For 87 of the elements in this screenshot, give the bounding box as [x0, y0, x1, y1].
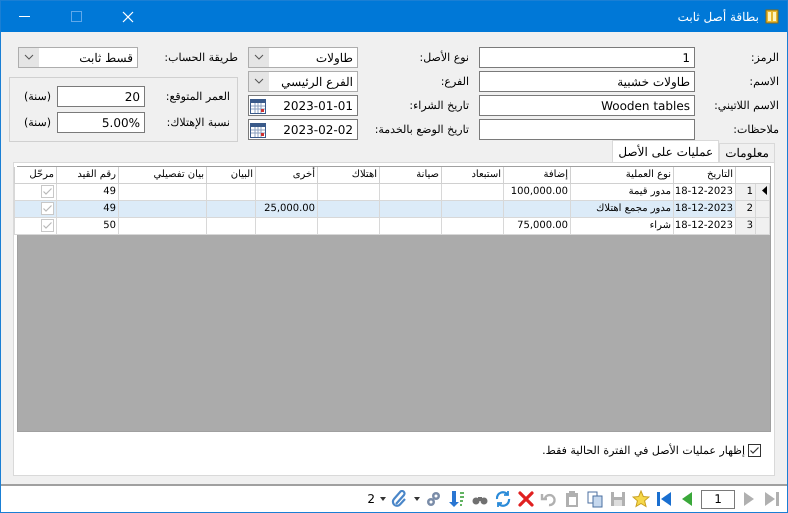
table-cell: 49 [56, 183, 118, 200]
table-cell: 18-12-2023 [674, 217, 736, 234]
caret-icon[interactable] [380, 497, 386, 501]
row-number: 1 [736, 183, 756, 200]
copy-icon[interactable] [586, 490, 604, 508]
column-header[interactable]: التاريخ [674, 167, 736, 183]
input-field[interactable] [479, 119, 695, 140]
table-cell [318, 183, 380, 200]
window-title: بطاقة أصل ثابت [678, 10, 759, 24]
table-cell [442, 183, 504, 200]
date-field[interactable]: 2023-01-01 [248, 95, 358, 116]
sort-down-icon[interactable] [448, 490, 466, 508]
delete-icon[interactable] [517, 490, 535, 508]
dropdown[interactable]: طاولات [248, 47, 358, 68]
column-header[interactable]: صيانة [380, 167, 442, 183]
row-number: 3 [736, 217, 756, 234]
table-cell [442, 200, 504, 217]
dropdown[interactable]: الفرع الرئيسي [248, 71, 358, 92]
date-field[interactable]: 2023-02-02 [248, 119, 358, 140]
table-cell: 49 [56, 200, 118, 217]
column-header[interactable]: اهتلاك [318, 167, 380, 183]
table-cell [206, 183, 256, 200]
field-label: العمر المتوقع: [164, 90, 230, 103]
table-cell [380, 183, 442, 200]
column-header[interactable]: إضافة [504, 167, 570, 183]
tab[interactable]: معلومات [719, 143, 775, 162]
table-cell: 25,000.00 [256, 200, 318, 217]
checkbox-label: إظهار عمليات الأصل في الفترة الحالية فقط. [542, 444, 745, 457]
table-cell [256, 183, 318, 200]
table-cell: 50 [56, 217, 118, 234]
calendar-icon[interactable] [250, 122, 266, 138]
field-label: ملاحظات: [732, 123, 779, 136]
table-cell [318, 200, 380, 217]
column-header[interactable]: بيان تفصيلي [118, 167, 206, 183]
table-cell: شراء [570, 217, 674, 234]
table-cell [380, 200, 442, 217]
calendar-icon[interactable] [250, 98, 266, 114]
row-number: 2 [736, 200, 756, 217]
table-cell: 100,000.00 [504, 183, 570, 200]
field-label: الاسم: [748, 75, 779, 88]
table-cell [442, 217, 504, 234]
table-cell [504, 200, 570, 217]
field-label: نوع الأصل: [418, 51, 469, 64]
unit-label: (سنة) [24, 116, 51, 129]
table-cell: مدور قيمة [570, 183, 674, 200]
record-count: 2 [367, 492, 375, 506]
input-field[interactable]: 5.00% [57, 112, 145, 133]
book-icon [765, 9, 779, 24]
field-label: نسبة الإهتلاك: [166, 116, 230, 129]
star-icon[interactable] [632, 490, 650, 508]
table-cell: 75,000.00 [504, 217, 570, 234]
table-cell: 18-12-2023 [674, 183, 736, 200]
input-field[interactable]: Wooden tables [479, 95, 695, 116]
column-header[interactable]: نوع العملية [570, 167, 674, 183]
table-cell [256, 217, 318, 234]
page-field[interactable]: 1 [701, 490, 735, 508]
gears-icon[interactable] [425, 490, 443, 508]
dropdown[interactable]: قسط ثابت [18, 47, 138, 68]
table-cell [206, 217, 256, 234]
input-field[interactable]: طاولات خشبية [479, 71, 695, 92]
field-label: طريقة الحساب: [163, 51, 238, 64]
input-field[interactable]: 1 [479, 47, 695, 68]
table-cell [318, 217, 380, 234]
input-field[interactable]: 20 [57, 86, 145, 107]
caret-icon[interactable] [414, 497, 420, 501]
column-header[interactable]: رقم القيد [56, 167, 118, 183]
field-label: الفرع: [440, 75, 469, 88]
close-icon[interactable] [122, 10, 134, 22]
column-header[interactable]: مرحّل [14, 167, 56, 183]
minimize-icon[interactable] [18, 16, 30, 18]
field-label: الرمز: [750, 51, 779, 64]
column-header[interactable]: أخرى [256, 167, 318, 183]
table-cell: 18-12-2023 [674, 200, 736, 217]
checkbox[interactable] [748, 444, 761, 457]
field-label: تاريخ الوضع بالخدمة: [374, 123, 469, 136]
refresh-icon[interactable] [494, 490, 512, 508]
column-header[interactable]: استبعاد [442, 167, 504, 183]
tab[interactable]: عمليات على الأصل [612, 140, 720, 162]
table-cell [380, 217, 442, 234]
field-label: الاسم اللاتيني: [713, 99, 779, 112]
table-cell: مدور مجمع اهتلاك [570, 200, 674, 217]
table-cell [206, 200, 256, 217]
column-header[interactable]: البيان [206, 167, 256, 183]
field-label: تاريخ الشراء: [408, 99, 469, 112]
unit-label: (سنة) [24, 90, 51, 103]
paperclip-icon[interactable] [391, 490, 409, 508]
first-icon[interactable] [655, 490, 673, 508]
